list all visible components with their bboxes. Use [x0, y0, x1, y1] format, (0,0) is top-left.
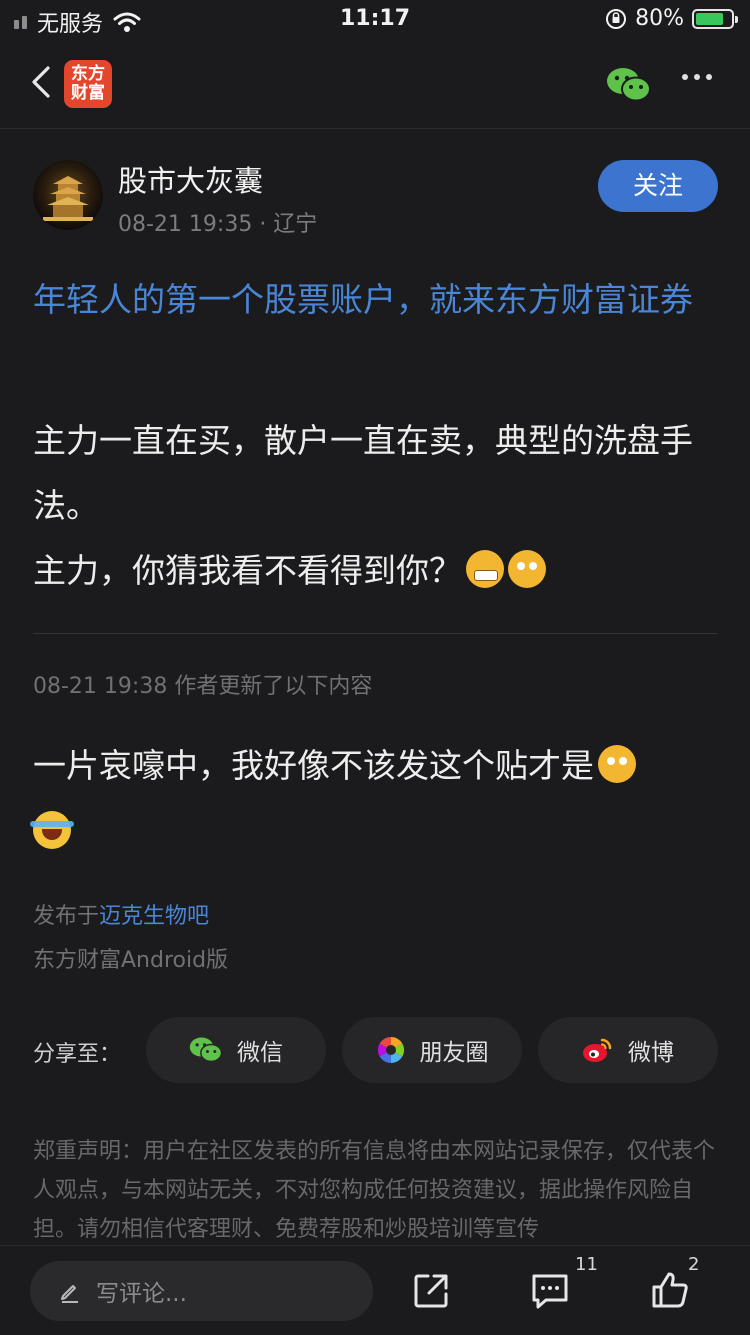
battery-icon	[692, 8, 738, 29]
thinking-emoji-icon	[598, 745, 636, 783]
app-logo: 东方 财富	[64, 60, 112, 108]
comment-placeholder: 写评论...	[96, 1281, 187, 1307]
thumbs-up-icon[interactable]	[650, 1270, 690, 1310]
logo-line1: 东方	[71, 64, 105, 84]
bottom-action-bar: 写评论... 11 2	[0, 1245, 750, 1335]
back-chevron-icon[interactable]	[24, 62, 64, 102]
weibo-icon	[583, 1038, 612, 1062]
post-line-2-text: 主力，你猜我看不看得到你？	[33, 551, 462, 590]
share-label: 分享至：	[33, 1042, 122, 1067]
logo-line2: 财富	[71, 83, 105, 103]
update-meta: 08-21 19:38 作者更新了以下内容	[33, 674, 373, 699]
tears-of-joy-emoji-icon	[30, 811, 74, 849]
comment-icon[interactable]	[530, 1272, 570, 1310]
wechat-icon	[189, 1037, 223, 1063]
pagoda-icon	[43, 176, 93, 221]
post-line-1: 主力一直在买，散户一直在卖，典型的洗盘手法。	[33, 421, 693, 525]
divider	[33, 633, 717, 634]
grin-emoji-icon	[466, 550, 504, 588]
orientation-lock-icon	[606, 8, 627, 29]
share-wechat-button[interactable]: 微信	[146, 1017, 326, 1083]
status-right: 80%	[605, 6, 738, 31]
share-moments-label: 朋友圈	[419, 1040, 489, 1066]
post-body: 主力一直在买，散户一直在卖，典型的洗盘手法。 主力，你猜我看不看得到你？	[33, 408, 728, 603]
disclaimer-text: 郑重声明：用户在社区发表的所有信息将由本网站记录保存，仅代表个人观点，与本网站无…	[33, 1139, 716, 1242]
share-weibo-button[interactable]: 微博	[538, 1017, 718, 1083]
comment-count-badge: 11	[575, 1254, 598, 1275]
share-wechat-label: 微信	[237, 1040, 283, 1066]
follow-button[interactable]: 关注	[598, 160, 718, 212]
update-text: 一片哀嚎中，我好像不该发这个贴才是	[33, 746, 594, 785]
post-meta: 08-21 19:35 · 辽宁	[118, 212, 318, 237]
post-line-2: 主力，你猜我看不看得到你？	[33, 538, 728, 603]
battery-percent: 80%	[635, 6, 684, 31]
posted-in: 发布于迈克生物吧	[33, 898, 209, 930]
posted-prefix: 发布于	[33, 904, 100, 929]
share-weibo-label: 微博	[628, 1040, 674, 1066]
thinking-emoji-icon	[508, 550, 546, 588]
wechat-share-icon[interactable]	[606, 66, 652, 104]
avatar[interactable]	[33, 160, 103, 230]
author-name[interactable]: 股市大灰囊	[118, 158, 263, 200]
moments-icon	[377, 1036, 404, 1064]
client-info: 东方财富Android版	[33, 948, 229, 973]
comment-input[interactable]: 写评论...	[30, 1261, 373, 1321]
pencil-icon	[61, 1285, 78, 1303]
more-options-icon[interactable]	[682, 74, 712, 80]
like-count-badge: 2	[688, 1254, 700, 1275]
forum-link[interactable]: 迈克生物吧	[99, 904, 209, 929]
promo-link[interactable]: 年轻人的第一个股票账户，就来东方财富证券	[33, 273, 723, 327]
share-out-icon[interactable]	[412, 1272, 450, 1310]
update-body: 一片哀嚎中，我好像不该发这个贴才是	[30, 733, 723, 865]
share-moments-button[interactable]: 朋友圈	[342, 1017, 522, 1083]
status-bar: 无服务 11:17 80%	[0, 0, 750, 44]
nav-bar: 东方 财富	[0, 44, 750, 129]
